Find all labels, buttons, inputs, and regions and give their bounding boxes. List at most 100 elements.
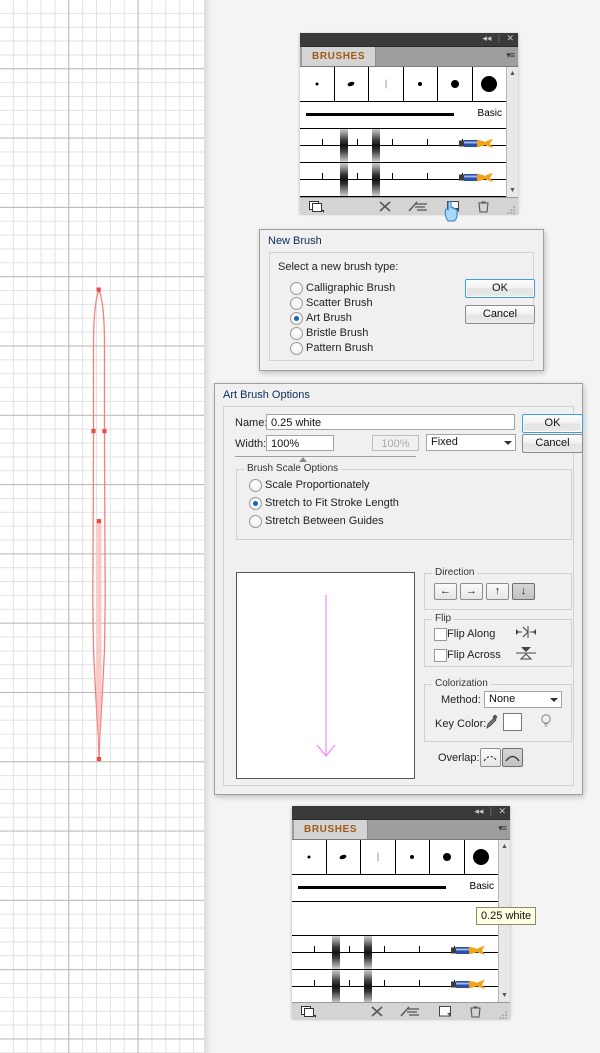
flip-across-label[interactable]: Flip Across <box>447 649 501 661</box>
tab-brushes[interactable]: BRUSHES <box>302 47 377 66</box>
panel-tab-row[interactable]: BRUSHES ▾≡ <box>300 47 518 67</box>
panel-titlebar[interactable]: ◂◂ | ✕ <box>300 33 518 47</box>
panel-titlebar[interactable]: ◂◂ | ✕ <box>292 806 510 820</box>
flip-along-checkbox[interactable] <box>434 628 447 641</box>
width-mode-select[interactable]: Fixed <box>426 434 516 451</box>
radio-bristle-brush[interactable] <box>290 327 303 340</box>
pattern-brush-row-2[interactable] <box>300 163 506 197</box>
label-bristle-brush[interactable]: Bristle Brush <box>306 327 368 339</box>
pattern-brush-row-2[interactable] <box>292 970 498 1004</box>
brush-thumb[interactable] <box>292 840 327 874</box>
chevron-down-icon[interactable] <box>550 698 558 702</box>
flip-along-label[interactable]: Flip Along <box>447 628 495 640</box>
collapse-icon[interactable]: ◂◂ <box>474 807 483 818</box>
brush-libraries-menu-icon[interactable] <box>309 200 325 213</box>
flip-across-checkbox[interactable] <box>434 649 447 662</box>
collapse-icon[interactable]: ◂◂ <box>482 34 491 45</box>
tips-lightbulb-icon[interactable] <box>540 713 552 729</box>
close-icon[interactable]: ✕ <box>498 807 506 818</box>
brushes-panel-top[interactable]: ◂◂ | ✕ BRUSHES ▾≡ ▲ ▼ Basic <box>300 33 518 215</box>
calligraphic-brush-row[interactable] <box>300 67 506 102</box>
tab-brushes[interactable]: BRUSHES <box>294 820 369 839</box>
direction-up-button[interactable]: ↑ <box>486 583 509 600</box>
panel-resize-grip[interactable] <box>507 205 516 214</box>
brush-thumb[interactable] <box>464 840 498 874</box>
close-icon[interactable]: ✕ <box>506 34 514 45</box>
radio-calligraphic-brush[interactable] <box>290 282 303 295</box>
brush-thumb[interactable] <box>438 67 473 101</box>
brush-libraries-menu-icon[interactable] <box>301 1005 317 1018</box>
brushes-list[interactable]: ▲ ▼ Basic <box>300 67 518 197</box>
scroll-down-icon[interactable]: ▼ <box>508 186 517 195</box>
scroll-up-icon[interactable]: ▲ <box>500 842 509 851</box>
scroll-up-icon[interactable]: ▲ <box>508 69 517 78</box>
pattern-brush-row-1[interactable] <box>292 936 498 970</box>
needle-path-artwork[interactable] <box>0 0 204 1053</box>
width-input[interactable]: 100% <box>266 435 334 451</box>
radio-pattern-brush[interactable] <box>290 342 303 355</box>
radio-scale-proportionately[interactable] <box>249 479 262 492</box>
ok-button[interactable]: OK <box>522 414 583 433</box>
overlap-prevent-button[interactable] <box>502 748 523 767</box>
panel-resize-grip[interactable] <box>499 1010 508 1019</box>
anchor-point-mid <box>96 519 101 524</box>
options-of-selected-object-icon[interactable] <box>400 1005 420 1018</box>
options-of-selected-object-icon[interactable] <box>408 200 428 213</box>
radio-art-brush[interactable] <box>290 312 303 325</box>
direction-down-button[interactable]: ↓ <box>512 583 535 600</box>
colorization-method-select[interactable]: None <box>484 691 562 708</box>
panel-menu-icon[interactable]: ▾≡ <box>506 50 515 61</box>
delete-brush-icon[interactable] <box>469 1005 482 1018</box>
cancel-button[interactable]: Cancel <box>465 305 535 324</box>
radio-stretch-to-fit[interactable] <box>249 497 262 510</box>
brush-thumb[interactable] <box>334 67 369 101</box>
remove-brush-stroke-icon[interactable] <box>370 1005 384 1018</box>
new-brush-dialog[interactable]: New Brush Select a new brush type: Calli… <box>259 229 544 371</box>
brush-thumb[interactable] <box>403 67 438 101</box>
direction-right-button[interactable]: → <box>460 583 483 600</box>
panel-tab-row[interactable]: BRUSHES ▾≡ <box>292 820 510 840</box>
new-brush-icon[interactable] <box>438 1005 452 1018</box>
label-scale-proportionately[interactable]: Scale Proportionately <box>265 479 370 491</box>
label-stretch-between-guides[interactable]: Stretch Between Guides <box>265 515 384 527</box>
remove-brush-stroke-icon[interactable] <box>378 200 392 213</box>
brush-thumb[interactable] <box>430 840 465 874</box>
radio-scatter-brush[interactable] <box>290 297 303 310</box>
ok-button[interactable]: OK <box>465 279 535 298</box>
label-pattern-brush[interactable]: Pattern Brush <box>306 342 373 354</box>
basic-brush-row[interactable]: Basic <box>292 875 498 902</box>
width-label: Width: <box>235 438 267 450</box>
width-slider-handle[interactable] <box>299 457 307 462</box>
cancel-button[interactable]: Cancel <box>522 434 583 453</box>
brushes-panel-footer[interactable] <box>292 1002 510 1020</box>
pattern-brush-row-1[interactable] <box>300 129 506 163</box>
radio-stretch-between-guides[interactable] <box>249 515 262 528</box>
label-stretch-to-fit[interactable]: Stretch to Fit Stroke Length <box>265 497 399 509</box>
brush-name-input[interactable]: 0.25 white <box>266 414 515 430</box>
scroll-down-icon[interactable]: ▼ <box>500 991 509 1000</box>
chevron-down-icon[interactable] <box>504 441 512 445</box>
key-color-swatch[interactable] <box>503 713 522 731</box>
eyedropper-icon[interactable] <box>486 714 498 729</box>
overlap-allow-button[interactable] <box>480 748 501 767</box>
brush-thumb[interactable] <box>472 67 506 101</box>
titlebar-separator: | <box>489 807 493 817</box>
label-scatter-brush[interactable]: Scatter Brush <box>306 297 373 309</box>
brush-thumb[interactable] <box>369 67 404 101</box>
calligraphic-brush-row[interactable] <box>292 840 498 875</box>
brush-thumb[interactable] <box>300 67 335 101</box>
new-art-brush-row[interactable] <box>292 902 498 936</box>
delete-brush-icon[interactable] <box>477 200 490 213</box>
brushes-panel-footer[interactable] <box>300 197 518 215</box>
basic-brush-row[interactable]: Basic <box>300 102 506 129</box>
label-calligraphic-brush[interactable]: Calligraphic Brush <box>306 282 395 294</box>
brush-thumb[interactable] <box>361 840 396 874</box>
brushes-scrollbar[interactable]: ▲ ▼ <box>506 67 518 197</box>
brush-thumb[interactable] <box>395 840 430 874</box>
label-art-brush[interactable]: Art Brush <box>306 312 352 324</box>
art-brush-options-dialog[interactable]: Art Brush Options Name: 0.25 white OK Wi… <box>214 383 583 795</box>
brush-thumb[interactable] <box>326 840 361 874</box>
artboard-canvas[interactable] <box>0 0 204 1053</box>
direction-left-button[interactable]: ← <box>434 583 457 600</box>
panel-menu-icon[interactable]: ▾≡ <box>498 823 507 834</box>
